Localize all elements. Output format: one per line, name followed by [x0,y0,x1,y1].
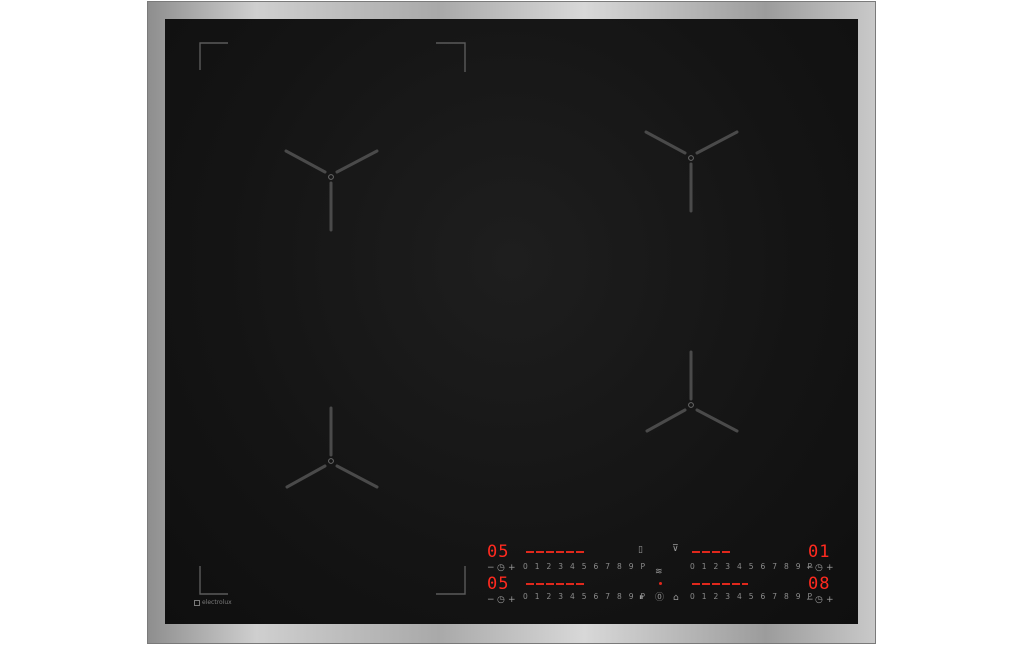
corner-markers [199,42,466,595]
zone-center-top-left [328,174,334,180]
brand-logo: electrolux [194,599,232,607]
display-zone-bottom-left[interactable]: 05 [487,575,509,593]
cooking-zone-markings [199,42,739,595]
power-scale-top-right[interactable]: 0 1 2 3 4 5 6 7 8 9 P [690,563,814,571]
keep-warm-icon[interactable]: ≋ [655,567,663,577]
display-zone-bottom-right[interactable]: 08 [808,575,830,593]
minus-button-bottom-right[interactable]: − [806,596,814,605]
clock-icon[interactable]: ◷ [497,595,505,605]
pause-icon[interactable]: ⏸ [639,593,644,603]
clock-icon[interactable]: ◷ [815,595,823,605]
plus-button-bottom-left[interactable]: + [508,596,516,605]
clock-icon[interactable]: ◷ [497,563,505,573]
zone-cross-top-left [284,149,379,232]
hob2hood-icon[interactable]: ⊽ [672,544,679,554]
power-scale-bottom-right[interactable]: 0 1 2 3 4 5 6 7 8 9 P [690,593,814,601]
minus-button-top-right[interactable]: − [806,564,814,573]
clock-icon[interactable]: ◷ [815,563,823,573]
plus-button-bottom-right[interactable]: + [826,596,834,605]
plus-button-top-left[interactable]: + [508,564,516,573]
bridge-icon[interactable]: ▯ [638,545,643,555]
zone-center-top-right [688,155,694,161]
power-scale-top-left[interactable]: 0 1 2 3 4 5 6 7 8 9 P [523,563,647,571]
power-icon[interactable]: ⓪ [655,593,664,603]
zone-cross-bottom-right [645,350,739,433]
zone-cross-bottom-left [285,406,379,489]
display-zone-top-left[interactable]: 05 [487,543,509,561]
minus-button-top-left[interactable]: − [487,564,495,573]
display-zone-top-right[interactable]: 01 [808,543,830,561]
logo-icon [194,600,200,606]
plus-button-top-right[interactable]: + [826,564,834,573]
zone-cross-top-right [644,130,739,213]
zone-center-bottom-left [328,458,334,464]
brand-name: electrolux [202,599,232,606]
zone-center-bottom-right [688,402,694,408]
power-scale-bottom-left[interactable]: 0 1 2 3 4 5 6 7 8 9 P [523,593,647,601]
minus-button-bottom-left[interactable]: − [487,596,495,605]
lock-icon[interactable]: ⌂ [673,593,679,603]
keep-warm-indicator [659,582,662,585]
